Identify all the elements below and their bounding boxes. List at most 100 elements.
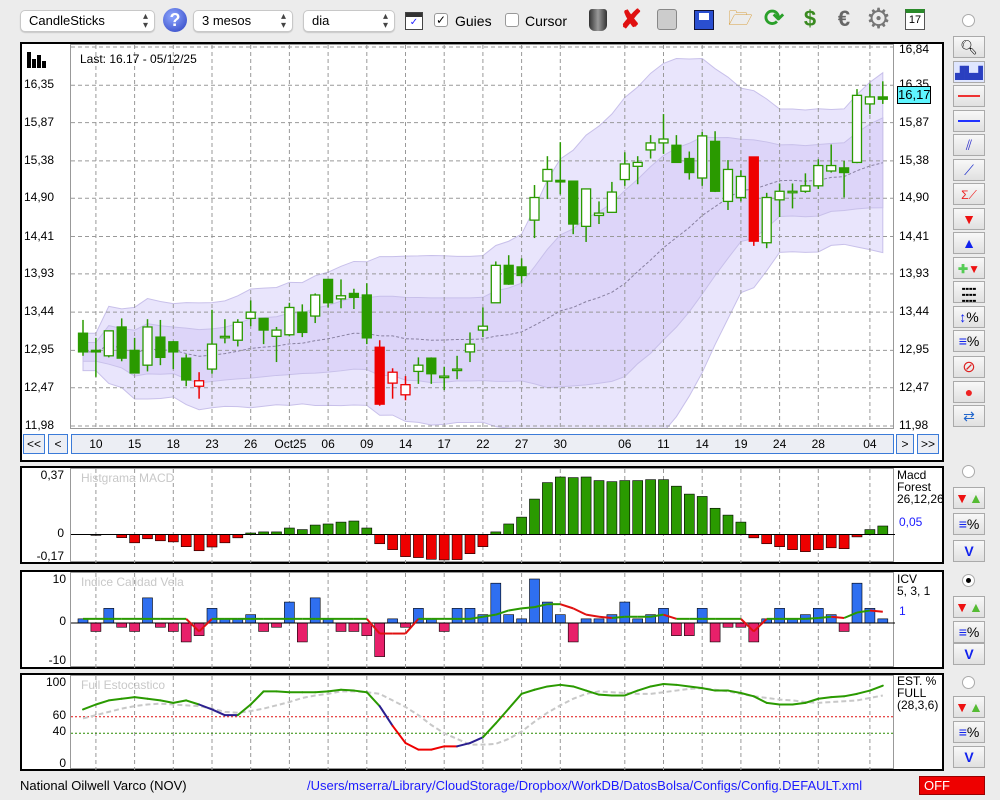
lines-percent-button[interactable]: ≡% (953, 330, 985, 352)
icv-plot[interactable]: Indice Calidad Vela (70, 572, 895, 668)
save-icon[interactable] (692, 6, 716, 32)
levels-button[interactable]: ╍╍ ╍╍ ╍╍ (953, 281, 985, 307)
help-icon[interactable]: ? (163, 8, 187, 32)
date-tick-label: 15 (127, 437, 142, 451)
scroll-prev-button[interactable]: < (48, 434, 68, 454)
macd-bar (774, 534, 785, 547)
icv-bar (297, 622, 308, 643)
stochastic-k-segment (133, 696, 149, 700)
macd-bar (348, 520, 360, 535)
trendline-tool-button[interactable]: ⟋ (953, 159, 985, 181)
candle-body (748, 156, 759, 242)
date-scrollbar[interactable]: 10 15 18 23 26 Oct25 06 09 14 17 22 27 30 06 11 14 19 24 2… (71, 434, 894, 454)
candle-body (116, 326, 127, 359)
macd-bar (477, 534, 489, 547)
overview-tool-button[interactable]: ▟▙▟ (953, 61, 985, 83)
macd-curve-button[interactable]: V (953, 540, 985, 562)
candle-body (813, 164, 824, 187)
stochastic-plot[interactable]: Full Estocastico (70, 675, 895, 770)
panel-radio-main[interactable] (962, 14, 975, 27)
macd-bar (219, 534, 231, 544)
icv-bar (696, 608, 708, 624)
channel-tool-button[interactable]: ⫽ (953, 134, 985, 156)
chevron-updown-icon: ▴ ▾ (382, 11, 388, 31)
zoom-tool-button[interactable]: 🔍︎ (953, 36, 985, 58)
macd-bar (864, 529, 876, 535)
stochastic-curve-button[interactable]: V (953, 746, 985, 768)
range-percent-button[interactable]: ↕% (953, 306, 985, 328)
icv-signal-segment (805, 617, 819, 620)
icv-bar (593, 618, 605, 624)
macd-bar (155, 534, 166, 542)
blue-line-tool-button[interactable] (953, 110, 985, 132)
icv-bar (567, 622, 579, 643)
sell-arrow-button[interactable]: ▼ (953, 208, 985, 230)
price-plot[interactable] (70, 44, 894, 429)
refresh-icon[interactable]: ⟳ (762, 6, 786, 32)
panel-radio-macd[interactable] (962, 465, 975, 478)
config-path-link[interactable]: /Users/mserra/Library/CloudStorage/Dropb… (307, 778, 862, 793)
icv-bar (284, 601, 295, 624)
stochastic-k-segment (636, 685, 652, 692)
gear-icon[interactable]: ⚙ (866, 5, 891, 33)
sigma-trend-tool-button[interactable]: Σ⟋ (953, 183, 985, 205)
icv-bar (155, 622, 166, 628)
icv-tick: -10 (48, 653, 66, 667)
macd-percent-button[interactable]: ≡% (953, 513, 985, 535)
candle-body (490, 264, 501, 304)
macd-bar (800, 534, 811, 552)
lines-percent-icon: ≡% (958, 333, 980, 349)
scroll-next-button[interactable]: > (896, 434, 914, 454)
candle-body (761, 196, 772, 244)
candle-body (555, 179, 566, 183)
stochastic-chart (71, 676, 895, 770)
reload-button[interactable]: ⇄ (953, 405, 985, 427)
icv-percent-button[interactable]: ≡% (953, 621, 985, 643)
period-select[interactable]: 3 mesos ▴ ▾ (193, 10, 293, 32)
icv-bar (632, 618, 644, 624)
euro-icon[interactable]: € (832, 6, 856, 32)
record-button[interactable]: ● (953, 381, 985, 403)
chart-type-select[interactable]: CandleSticks ▴ ▾ (20, 10, 155, 32)
panel-radio-stochastic[interactable] (962, 676, 975, 689)
add-signal-button[interactable]: ✚▼ (953, 257, 985, 279)
stochastic-percent-button[interactable]: ≡% (953, 721, 985, 743)
icv-bar (619, 601, 631, 624)
macd-signals-button[interactable]: ▼▲ (953, 487, 985, 509)
macd-bar (309, 524, 321, 535)
sync-icon[interactable]: $ (798, 6, 822, 32)
status-off-button[interactable]: OFF (919, 776, 985, 795)
panel-radio-icv[interactable] (962, 574, 975, 587)
clear-button[interactable]: ⊘ (953, 356, 985, 378)
folder-icon[interactable]: 🗁 (728, 6, 753, 32)
stochastic-tick: 40 (52, 724, 66, 739)
chart-window-icon[interactable]: ✓ (405, 12, 423, 30)
stochastic-k-segment (572, 685, 588, 692)
icv-bar (464, 608, 476, 624)
interval-select[interactable]: dia ▴ ▾ (303, 10, 395, 32)
interval-value: dia (312, 13, 330, 28)
red-line-tool-button[interactable] (953, 85, 985, 107)
icv-bar (748, 622, 760, 643)
cursor-checkbox[interactable] (505, 13, 519, 27)
stochastic-k-segment (856, 689, 871, 695)
trash-icon[interactable] (586, 6, 610, 32)
stochastic-k-segment (198, 703, 213, 711)
stochastic-signals-button[interactable]: ▼▲ (953, 696, 985, 718)
macd-bar (180, 534, 192, 547)
lightbulb-icon[interactable] (655, 6, 679, 32)
bar-chart-icon[interactable] (27, 50, 49, 68)
magnifier-icon: 🔍︎ (960, 39, 978, 55)
scroll-last-button[interactable]: >> (917, 434, 939, 454)
icv-signals-button[interactable]: ▼▲ (953, 596, 985, 618)
price-tick-left: 15,87 (23, 114, 54, 129)
v-curve-icon: V (964, 543, 974, 559)
delete-icon[interactable]: ✘ (619, 6, 643, 32)
scroll-first-button[interactable]: << (23, 434, 45, 454)
icv-curve-button[interactable]: V (953, 643, 985, 665)
macd-plot[interactable]: Histgrama MACD (70, 468, 895, 563)
buy-arrow-button[interactable]: ▲ (953, 232, 985, 254)
guides-checkbox[interactable]: ✓ (434, 13, 448, 27)
calendar-icon[interactable]: 17 (903, 6, 927, 32)
stochastic-k-segment (520, 688, 536, 695)
